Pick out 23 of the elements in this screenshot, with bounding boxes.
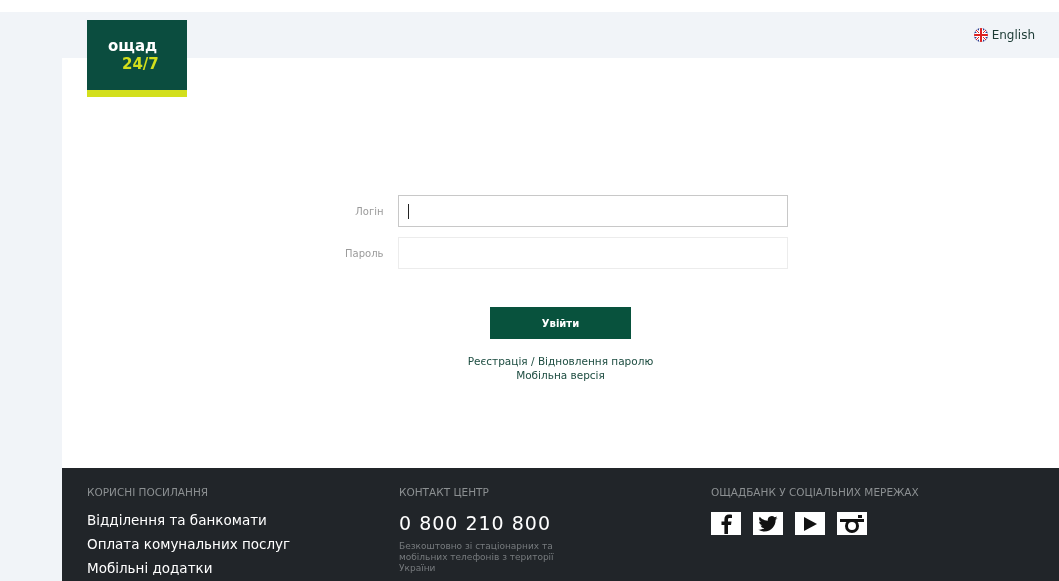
footer-link[interactable]: Відділення та банкомати bbox=[87, 512, 399, 528]
phone-number: 0 800 210 800 bbox=[399, 512, 552, 534]
youtube-icon[interactable] bbox=[795, 512, 825, 535]
language-link[interactable]: English bbox=[973, 28, 1035, 42]
link[interactable]: Реєстрація / Відновлення паролю bbox=[467, 355, 654, 367]
logo-subtext: 24/7 bbox=[122, 55, 160, 73]
section-heading: КОНТАКТ ЦЕНТР bbox=[399, 486, 490, 498]
footer-link[interactable]: Мобільні додатки bbox=[87, 560, 399, 576]
section-heading: КОРИСНІ ПОСИЛАННЯ bbox=[87, 486, 210, 498]
login-button[interactable]: Увійти bbox=[490, 307, 631, 339]
phone-note: Безкоштовно зі стаціонарних та мобільних телефонів з території України bbox=[399, 541, 555, 574]
field-label: Логін bbox=[354, 205, 384, 217]
logo[interactable]: ощад 24/7 bbox=[87, 20, 187, 97]
input-field[interactable] bbox=[397, 195, 788, 227]
instagram-icon[interactable] bbox=[837, 512, 867, 535]
section-heading: ОЩАДБАНК У СОЦІАЛЬНИХ МЕРЕЖАХ bbox=[711, 486, 920, 498]
logo-text: ощад bbox=[108, 37, 159, 55]
facebook-icon[interactable] bbox=[711, 512, 741, 535]
footer-link[interactable]: Оплата комунальних послуг bbox=[87, 536, 399, 552]
link[interactable]: Мобільна версія bbox=[516, 369, 605, 381]
field-label: Пароль bbox=[344, 247, 384, 259]
twitter-icon[interactable] bbox=[753, 512, 783, 535]
flag-icon bbox=[973, 28, 988, 42]
